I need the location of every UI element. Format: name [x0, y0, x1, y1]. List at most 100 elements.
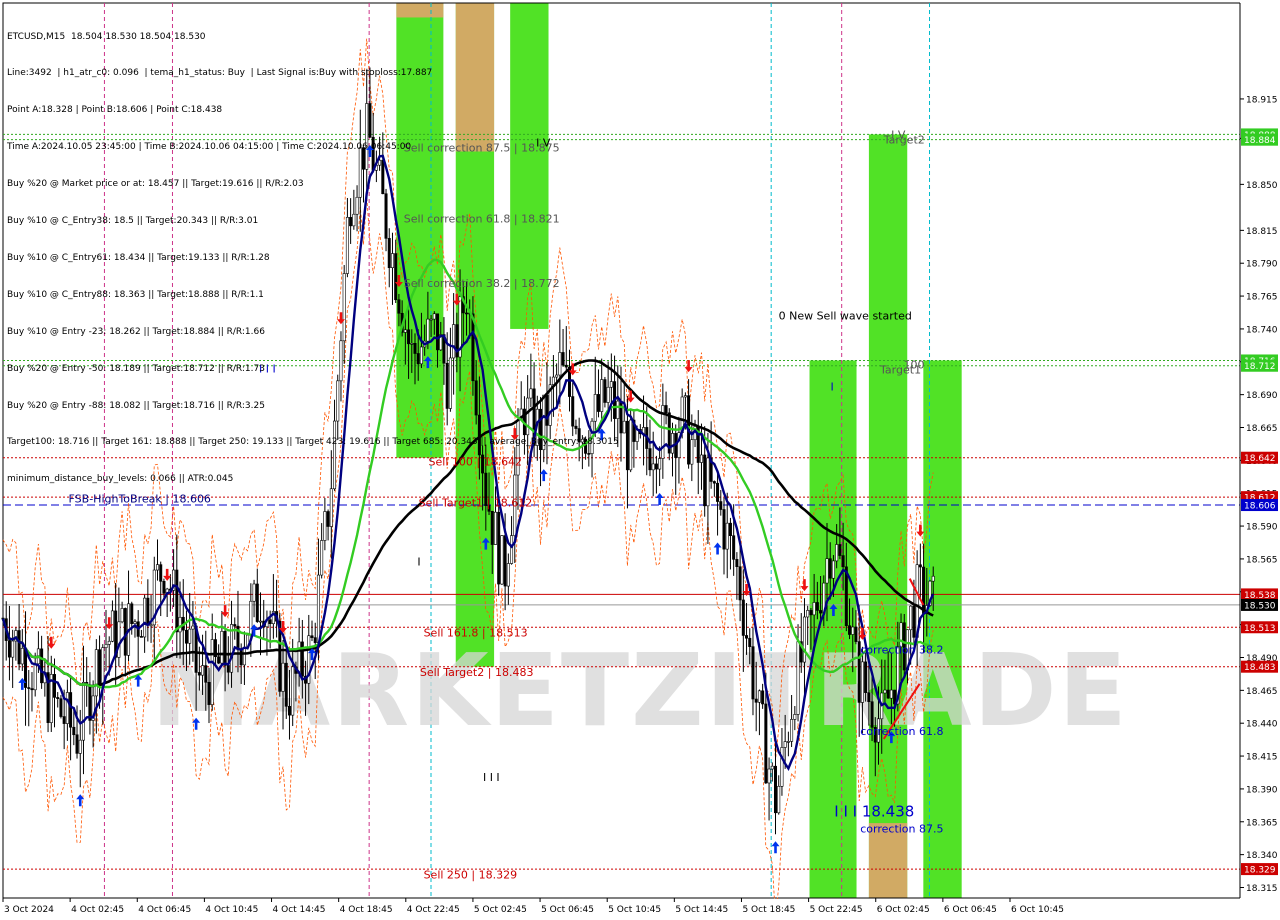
candle-body: [297, 641, 301, 674]
candle-body: [59, 698, 63, 717]
price-badge-label: 18.712: [1244, 362, 1276, 372]
price-tick-label: 18.740: [1246, 325, 1278, 335]
price-tick-label: 18.850: [1246, 181, 1278, 191]
candle-body: [223, 631, 227, 666]
time-tick-label: 5 Oct 02:45: [474, 905, 527, 915]
chart-label: 0 New Sell wave started: [779, 310, 912, 323]
candle-body: [20, 647, 24, 665]
info-line: Time A:2024.10.05 23:45:00 | Time B:2024…: [7, 142, 412, 153]
chart-label: Sell Target1 | 18.612: [419, 496, 533, 509]
candle-body: [767, 768, 771, 784]
chart-label: Sell 250 | 18.329: [424, 868, 518, 881]
candle-body: [62, 716, 66, 724]
candle-body: [671, 433, 675, 454]
candle-body: [699, 454, 703, 463]
candle-body: [732, 535, 736, 560]
chart-label: Sell 161.8 | 18.513: [424, 626, 528, 639]
time-tick-label: 4 Oct 14:45: [273, 905, 326, 915]
candle-body: [735, 559, 739, 568]
price-tick-label: 18.790: [1246, 260, 1278, 270]
candle-body: [204, 665, 208, 683]
candle-body: [918, 564, 922, 568]
candle-body: [233, 624, 237, 627]
price-tick-label: 18.565: [1246, 555, 1278, 565]
candle-body: [17, 630, 21, 665]
buy-arrow-icon: [655, 493, 664, 506]
candle-body: [242, 646, 246, 666]
time-axis: 3 Oct 2024 4 Oct 02:45 4 Oct 06:45 4 Oct 10…: [0, 898, 1240, 920]
candle-body: [812, 602, 816, 616]
candle-body: [835, 544, 839, 562]
candle-body: [860, 661, 864, 703]
candle-body: [316, 574, 320, 643]
candle-body: [75, 734, 79, 754]
price-tick-label: 18.365: [1246, 818, 1278, 828]
candle-body: [909, 605, 913, 631]
candle-body: [510, 535, 514, 564]
time-tick-label: 4 Oct 22:45: [407, 905, 460, 915]
price-tick-label: 18.590: [1246, 523, 1278, 533]
candle-body: [310, 635, 314, 638]
candle-body: [130, 603, 134, 624]
info-line: Buy %10 @ Entry -23: 18.262 || Target:18…: [7, 326, 265, 337]
candle-body: [139, 636, 143, 638]
candle-body: [664, 405, 668, 414]
candle-body: [490, 511, 494, 545]
indicator-info-panel: ETCUSD,M15 18.504 18.530 18.504 18.530 L…: [7, 6, 619, 498]
candle-body: [819, 610, 823, 614]
candle-body: [107, 640, 111, 645]
price-tick-label: 18.390: [1246, 785, 1278, 795]
candle-body: [922, 566, 926, 614]
candle-body: [796, 641, 800, 715]
price-badge-label: 18.530: [1244, 601, 1276, 611]
candle-body: [716, 482, 720, 502]
candle-body: [210, 639, 214, 705]
candle-body: [838, 544, 842, 556]
candle-body: [864, 661, 868, 693]
candle-body: [98, 649, 102, 686]
candle-body: [757, 690, 761, 703]
candle-body: [883, 689, 887, 694]
candle-body: [175, 569, 179, 633]
time-tick-label: 4 Oct 02:45: [71, 905, 124, 915]
chart-label: I V: [891, 128, 906, 141]
candle-body: [65, 692, 69, 724]
candle-body: [33, 663, 37, 691]
candle-body: [72, 726, 76, 736]
price-badge-label: 18.642: [1244, 454, 1276, 464]
price-tick-label: 18.915: [1246, 95, 1278, 105]
candle-body: [500, 535, 504, 585]
candle-body: [493, 511, 497, 545]
candle-body: [764, 703, 768, 784]
candle-body: [101, 647, 105, 686]
candle-body: [770, 765, 774, 770]
candle-body: [870, 701, 874, 728]
price-tick-label: 18.665: [1246, 424, 1278, 434]
candle-body: [56, 697, 60, 699]
candle-body: [88, 684, 92, 721]
chart-label: correction 61.8: [860, 725, 943, 738]
candle-body: [790, 719, 794, 742]
info-line: Point A:18.328 | Point B:18.606 | Point …: [7, 105, 223, 116]
candle-body: [162, 581, 166, 594]
candle-body: [706, 457, 710, 507]
candle-body: [197, 672, 201, 676]
candle-body: [156, 564, 160, 571]
info-line: Line:3492 | h1_atr_c0: 0.096 | tema_h1_s…: [7, 68, 433, 79]
info-line: ETCUSD,M15 18.504 18.530 18.504 18.530: [7, 31, 206, 42]
candle-body: [748, 637, 752, 647]
info-line: Target100: 18.716 || Target 161: 18.888 …: [7, 437, 619, 448]
candle-body: [629, 419, 633, 471]
candle-body: [94, 649, 98, 697]
candle-body: [683, 395, 687, 398]
candle-body: [867, 692, 871, 703]
info-line: Buy %20 @ Market price or at: 18.457 || …: [7, 179, 304, 190]
time-tick-label: 4 Oct 10:45: [205, 905, 258, 915]
candle-body: [184, 629, 188, 644]
candle-body: [69, 692, 73, 728]
candle-body: [848, 625, 852, 635]
candle-body: [841, 555, 845, 568]
candle-body: [658, 458, 662, 470]
candle-body: [738, 566, 742, 601]
candle-body: [754, 698, 758, 703]
